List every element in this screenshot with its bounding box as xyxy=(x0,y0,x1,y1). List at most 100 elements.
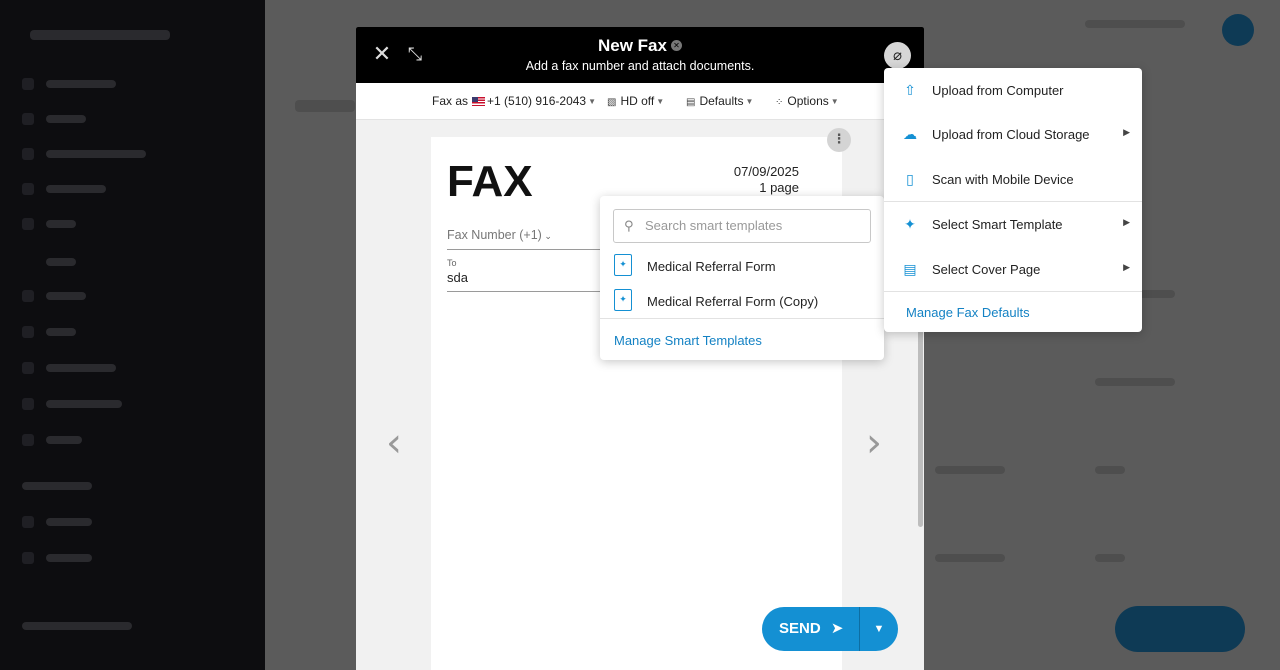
send-options-button[interactable]: ▼ xyxy=(860,607,898,651)
caret-down-icon: ▼ xyxy=(873,623,885,635)
modal-subtitle: Add a fax number and attach documents. xyxy=(525,59,755,73)
menu-item-label: Upload from Cloud Storage xyxy=(932,127,1090,142)
background-nav-icon xyxy=(22,290,34,302)
submenu-arrow-icon: ▶ xyxy=(1123,262,1130,272)
fax-as-select[interactable]: Fax as +1 (510) 916-2043 ▼ xyxy=(432,94,596,108)
divider xyxy=(600,318,884,319)
background-row xyxy=(1095,554,1125,562)
background-heading xyxy=(295,100,355,112)
background-nav-icon xyxy=(22,434,34,446)
send-button-group: SEND ➤ ▼ xyxy=(762,607,898,651)
background-sidebar xyxy=(0,0,265,670)
background-nav-item xyxy=(46,436,82,444)
options-label: Options xyxy=(787,94,829,108)
modal-header: ✕ ⤡ New Fax ✕ Add a fax number and attach… xyxy=(356,27,924,83)
menu-item-label: Upload from Computer xyxy=(932,83,1064,98)
manage-smart-templates-link[interactable]: Manage Smart Templates xyxy=(614,333,762,348)
background-nav-item xyxy=(46,518,92,526)
background-nav-icon xyxy=(22,148,34,160)
mobile-icon: ▯ xyxy=(906,171,914,187)
defaults-icon: ▤ xyxy=(686,97,696,108)
background-row xyxy=(935,554,1005,562)
menu-item-scan-mobile[interactable]: ▯ Scan with Mobile Device xyxy=(884,157,1142,201)
cloud-upload-icon: ☁ xyxy=(903,126,917,142)
defaults-select[interactable]: ▤ Defaults ▼ xyxy=(686,94,753,108)
caret-down-icon: ▼ xyxy=(830,97,839,106)
template-item-label: Medical Referral Form (Copy) xyxy=(647,294,819,309)
paperclip-icon[interactable]: ⌀ xyxy=(884,42,911,69)
caret-down-icon: ▼ xyxy=(656,97,665,106)
menu-item-upload-cloud[interactable]: ☁ Upload from Cloud Storage ▶ xyxy=(884,112,1142,156)
menu-item-smart-template[interactable]: ✦ Select Smart Template ▶ xyxy=(884,202,1142,246)
background-account xyxy=(1085,20,1185,28)
fax-toolbar: Fax as +1 (510) 916-2043 ▼ ▧ HD off ▼ ▤ Defau… xyxy=(356,83,924,120)
menu-item-cover-page[interactable]: ▤ Select Cover Page ▶ xyxy=(884,247,1142,291)
background-row xyxy=(1095,378,1175,386)
smart-template-icon: ✦ xyxy=(614,254,632,276)
caret-down-icon: ▼ xyxy=(588,97,597,106)
background-nav-icon xyxy=(22,78,34,90)
background-nav-icon xyxy=(22,362,34,374)
send-button[interactable]: SEND ➤ xyxy=(762,607,859,651)
previous-page-icon[interactable]: ‹ xyxy=(386,423,408,463)
submenu-arrow-icon: ▶ xyxy=(1123,217,1130,227)
background-nav-item xyxy=(46,258,76,266)
send-label: SEND xyxy=(779,620,821,637)
background-nav-icon xyxy=(22,113,34,125)
menu-item-label: Scan with Mobile Device xyxy=(932,172,1074,187)
us-flag-icon xyxy=(472,97,486,106)
search-icon: ⚲ xyxy=(624,218,634,233)
background-nav-item xyxy=(46,115,86,123)
background-nav-icon xyxy=(22,326,34,338)
grid-icon: ⁘ xyxy=(775,97,784,108)
more-options-icon[interactable]: ⋮ xyxy=(827,128,851,152)
cover-page-count: 1 page xyxy=(759,180,799,195)
background-row xyxy=(935,466,1005,474)
to-field[interactable]: sda xyxy=(447,270,617,292)
title-line: New Fax ✕ xyxy=(356,36,924,56)
to-label: To xyxy=(447,258,457,268)
cover-date: 07/09/2025 xyxy=(733,164,799,179)
fax-as-label: Fax as xyxy=(432,94,469,108)
smart-template-search-input[interactable]: ⚲ Search smart templates xyxy=(613,209,871,243)
submenu-arrow-icon: ▶ xyxy=(1123,127,1130,137)
defaults-label: Defaults xyxy=(699,94,744,108)
template-item-label: Medical Referral Form xyxy=(647,259,776,274)
background-nav-icon xyxy=(22,516,34,528)
background-nav-item xyxy=(46,80,116,88)
hd-label: HD off xyxy=(620,94,655,108)
attach-menu: ⇧ Upload from Computer ☁ Upload from Clo… xyxy=(884,68,1142,332)
background-nav-item xyxy=(46,185,106,193)
cover-page-icon: ▤ xyxy=(903,261,917,277)
background-nav-item xyxy=(46,292,86,300)
divider xyxy=(884,291,1142,292)
background-section-label xyxy=(22,482,92,490)
menu-item-label: Select Smart Template xyxy=(932,217,1063,232)
background-nav-item xyxy=(46,328,76,336)
chevron-down-icon: ⌄ xyxy=(541,231,552,241)
menu-item-upload-computer[interactable]: ⇧ Upload from Computer xyxy=(884,68,1142,112)
fax-as-number: +1 (510) 916-2043 xyxy=(487,94,587,108)
template-item[interactable]: ✦ Medical Referral Form (Copy) xyxy=(600,284,884,318)
background-nav-item xyxy=(46,220,76,228)
upload-file-icon: ⇧ xyxy=(904,82,916,98)
fax-number-placeholder: Fax Number (+1) xyxy=(447,228,542,242)
template-item[interactable]: ✦ Medical Referral Form xyxy=(600,249,884,283)
menu-item-label: Select Cover Page xyxy=(932,262,1041,277)
background-row xyxy=(1095,466,1125,474)
background-nav-icon xyxy=(22,398,34,410)
smart-template-popup: ⚲ Search smart templates ✦ Medical Refer… xyxy=(600,196,884,360)
smart-template-icon: ✦ xyxy=(904,216,916,232)
manage-fax-defaults-link[interactable]: Manage Fax Defaults xyxy=(906,305,1030,320)
search-placeholder: Search smart templates xyxy=(645,218,783,233)
fax-number-field[interactable]: Fax Number (+1) ⌄ xyxy=(447,228,617,250)
hd-toggle[interactable]: ▧ HD off ▼ xyxy=(607,94,664,108)
background-nav-item xyxy=(46,554,92,562)
background-nav-icon xyxy=(22,183,34,195)
background-nav-item xyxy=(46,364,116,372)
background-nav-item xyxy=(46,150,146,158)
next-page-icon[interactable]: › xyxy=(866,423,888,463)
options-select[interactable]: ⁘ Options ▼ xyxy=(775,94,839,108)
background-action-button xyxy=(1115,606,1245,652)
background-footer xyxy=(22,622,132,630)
